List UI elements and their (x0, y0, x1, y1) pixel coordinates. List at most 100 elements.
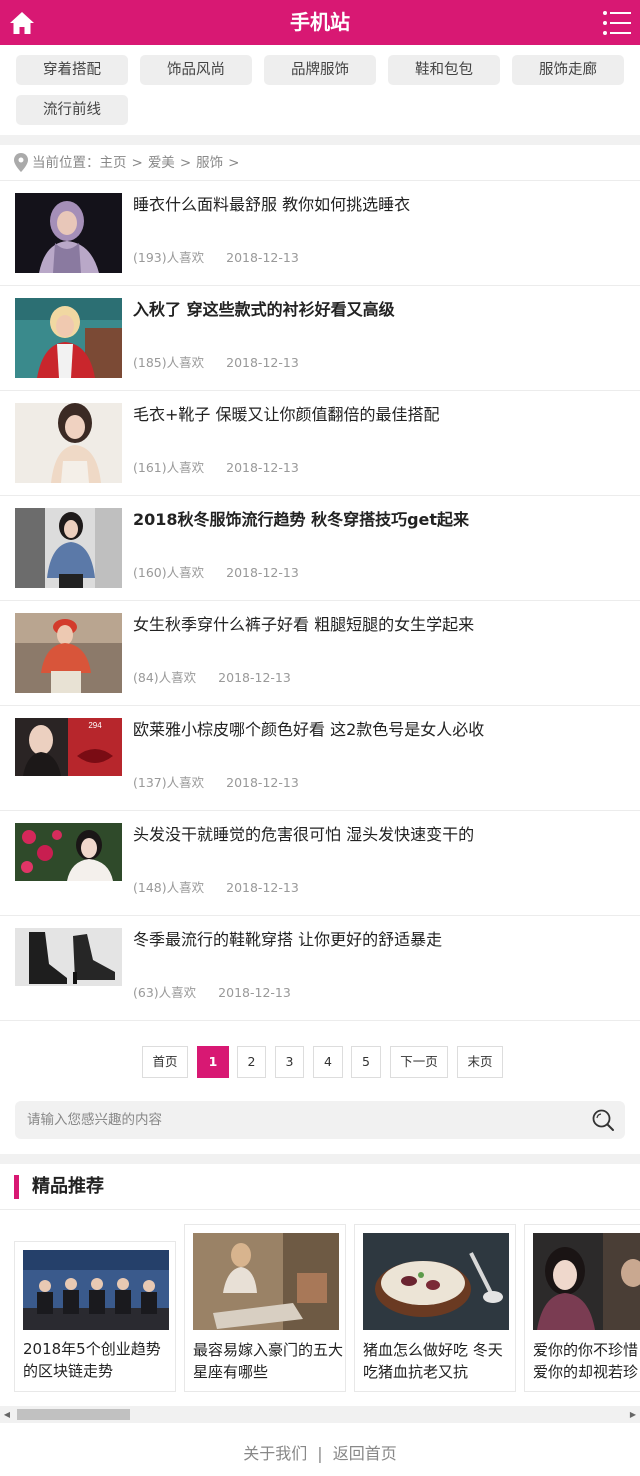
next-page-button[interactable]: 下一页 (390, 1046, 448, 1078)
page-button[interactable]: 3 (275, 1046, 304, 1078)
article-item[interactable]: 毛衣+靴子 保暖又让你颜值翻倍的最佳搭配 (161)人喜欢 2018-12-13 (0, 391, 640, 496)
article-title[interactable]: 睡衣什么面料最舒服 教你如何挑选睡衣 (133, 193, 628, 217)
article-item[interactable]: 冬季最流行的鞋靴穿搭 让你更好的舒适暴走 (63)人喜欢 2018-12-13 (0, 916, 640, 1021)
scroll-left-arrow-icon[interactable]: ◀ (0, 1406, 14, 1423)
article-thumbnail[interactable] (15, 193, 122, 273)
recommend-card[interactable]: 2018年5个创业趋势的区块链走势 (14, 1241, 176, 1392)
recommend-card-title[interactable]: 猪血怎么做好吃 冬天吃猪血抗老又抗 (363, 1339, 513, 1383)
page-button[interactable]: 5 (351, 1046, 381, 1078)
category-chip[interactable]: 服饰走廊 (512, 55, 624, 85)
recommend-header: 精品推荐 (0, 1164, 640, 1210)
article-item[interactable]: 头发没干就睡觉的危害很可怕 湿头发快速变干的 (148)人喜欢 2018-12-1… (0, 811, 640, 916)
category-nav: 穿着搭配 饰品风尚 品牌服饰 鞋和包包 服饰走廊 流行前线 (0, 45, 640, 135)
first-page-button[interactable]: 首页 (142, 1046, 188, 1078)
article-title[interactable]: 入秋了 穿这些款式的衬衫好看又高级 (133, 298, 628, 322)
article-title[interactable]: 欧莱雅小棕皮哪个颜色好看 这2款色号是女人必收 (133, 718, 628, 742)
about-us-link[interactable]: 关于我们 (243, 1444, 307, 1463)
article-meta: (63)人喜欢 2018-12-13 (133, 982, 291, 1001)
breadcrumb: 当前位置：主页 > 爱美 > 服饰 > (0, 145, 640, 181)
page-footer: 关于我们 | 返回首页 (0, 1436, 640, 1472)
recommend-card[interactable]: 猪血怎么做好吃 冬天吃猪血抗老又抗 (354, 1224, 516, 1392)
article-date: 2018-12-13 (218, 985, 291, 1000)
category-chip[interactable]: 饰品风尚 (140, 55, 252, 85)
breadcrumb-separator: > (228, 155, 240, 171)
article-title[interactable]: 2018秋冬服饰流行趋势 秋冬穿搭技巧get起来 (133, 508, 628, 532)
page-button[interactable]: 2 (237, 1046, 266, 1078)
recommend-card[interactable]: 最容易嫁入豪门的五大星座有哪些 (184, 1224, 346, 1392)
breadcrumb-link-beauty[interactable]: 爱美 (148, 155, 175, 171)
search-icon[interactable] (591, 1108, 615, 1132)
breadcrumb-separator: > (179, 155, 192, 171)
page-button[interactable]: 4 (313, 1046, 343, 1078)
category-chip[interactable]: 鞋和包包 (388, 55, 500, 85)
article-date: 2018-12-13 (226, 250, 299, 265)
category-chip[interactable]: 品牌服饰 (264, 55, 376, 85)
horizontal-scrollbar[interactable]: ◀ ▶ (0, 1406, 640, 1423)
article-thumbnail[interactable] (15, 613, 122, 693)
article-title[interactable]: 女生秋季穿什么裤子好看 粗腿短腿的女生学起来 (133, 613, 628, 637)
search-bar[interactable]: 请输入您感兴趣的内容 (15, 1101, 625, 1139)
location-pin-icon (14, 153, 28, 172)
article-meta: (161)人喜欢 2018-12-13 (133, 457, 299, 476)
article-date: 2018-12-13 (226, 565, 299, 580)
section-divider (0, 1154, 640, 1164)
breadcrumb-separator: > (131, 155, 143, 171)
scroll-right-arrow-icon[interactable]: ▶ (626, 1406, 640, 1423)
article-item[interactable]: 女生秋季穿什么裤子好看 粗腿短腿的女生学起来 (84)人喜欢 2018-12-13 (0, 601, 640, 706)
recommend-card-image[interactable] (533, 1233, 640, 1330)
breadcrumb-label: 当前位置： (32, 155, 100, 171)
recommend-card-title[interactable]: 最容易嫁入豪门的五大星座有哪些 (193, 1339, 343, 1383)
article-date: 2018-12-13 (226, 775, 299, 790)
pagination: 首页 1 2 3 4 5 下一页 末页 (0, 1046, 640, 1078)
breadcrumb-link-apparel[interactable]: 服饰 (196, 155, 223, 171)
article-item[interactable]: 2018秋冬服饰流行趋势 秋冬穿搭技巧get起来 (160)人喜欢 2018-12… (0, 496, 640, 601)
recommend-card-image[interactable] (23, 1250, 169, 1330)
top-header: 手机站 (0, 0, 640, 45)
menu-list-icon[interactable] (602, 10, 632, 36)
breadcrumb-link-home[interactable]: 主页 (100, 155, 127, 171)
back-home-link[interactable]: 返回首页 (333, 1444, 397, 1463)
last-page-button[interactable]: 末页 (457, 1046, 503, 1078)
lipstick-shade-label: 294 (88, 721, 102, 730)
site-title: 手机站 (290, 10, 350, 34)
article-likes: (193)人喜欢 (133, 250, 205, 265)
article-date: 2018-12-13 (226, 880, 299, 895)
page-button-current[interactable]: 1 (197, 1046, 229, 1078)
recommend-card-title[interactable]: 2018年5个创业趋势的区块链走势 (23, 1338, 173, 1382)
recommend-card-title[interactable]: 爱你的你不珍惜 爱你的却视若珍 (533, 1339, 640, 1383)
article-likes: (161)人喜欢 (133, 460, 205, 475)
article-item[interactable]: 294 欧莱雅小棕皮哪个颜色好看 这2款色号是女人必收 (137)人喜欢 2018… (0, 706, 640, 811)
article-item[interactable]: 睡衣什么面料最舒服 教你如何挑选睡衣 (193)人喜欢 2018-12-13 (0, 181, 640, 286)
article-meta: (160)人喜欢 2018-12-13 (133, 562, 299, 581)
search-input[interactable]: 请输入您感兴趣的内容 (27, 1101, 162, 1139)
article-likes: (160)人喜欢 (133, 565, 205, 580)
article-likes: (84)人喜欢 (133, 670, 197, 685)
scrollbar-thumb[interactable] (17, 1409, 130, 1420)
article-thumbnail[interactable]: 294 (15, 718, 122, 776)
article-meta: (148)人喜欢 2018-12-13 (133, 877, 299, 896)
category-chip[interactable]: 穿着搭配 (16, 55, 128, 85)
recommend-card-image[interactable] (363, 1233, 509, 1330)
article-thumbnail[interactable] (15, 928, 122, 986)
article-date: 2018-12-13 (226, 460, 299, 475)
recommend-card[interactable]: 爱你的你不珍惜 爱你的却视若珍 (524, 1224, 640, 1392)
recommend-title: 精品推荐 (32, 1176, 104, 1197)
article-item[interactable]: 入秋了 穿这些款式的衬衫好看又高级 (185)人喜欢 2018-12-13 (0, 286, 640, 391)
article-title[interactable]: 毛衣+靴子 保暖又让你颜值翻倍的最佳搭配 (133, 403, 628, 427)
section-accent-bar (14, 1175, 19, 1199)
article-date: 2018-12-13 (218, 670, 291, 685)
article-title[interactable]: 冬季最流行的鞋靴穿搭 让你更好的舒适暴走 (133, 928, 628, 952)
article-thumbnail[interactable] (15, 403, 122, 483)
article-thumbnail[interactable] (15, 508, 122, 588)
article-date: 2018-12-13 (226, 355, 299, 370)
recommend-card-image[interactable] (193, 1233, 339, 1330)
article-meta: (185)人喜欢 2018-12-13 (133, 352, 299, 371)
article-likes: (185)人喜欢 (133, 355, 205, 370)
article-title[interactable]: 头发没干就睡觉的危害很可怕 湿头发快速变干的 (133, 823, 628, 847)
article-likes: (63)人喜欢 (133, 985, 197, 1000)
category-chip[interactable]: 流行前线 (16, 95, 128, 125)
article-thumbnail[interactable] (15, 823, 122, 881)
article-thumbnail[interactable] (15, 298, 122, 378)
article-meta: (137)人喜欢 2018-12-13 (133, 772, 299, 791)
article-meta: (193)人喜欢 2018-12-13 (133, 247, 299, 266)
